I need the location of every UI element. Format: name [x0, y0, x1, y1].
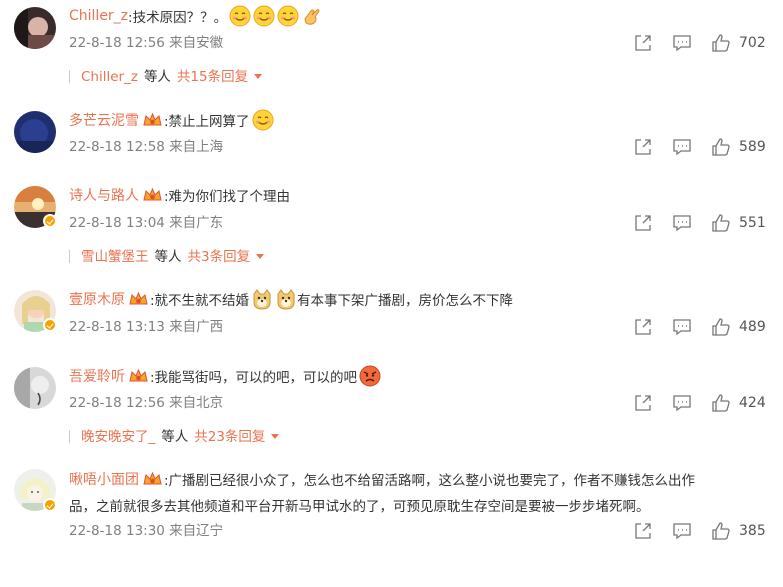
share-icon[interactable] [633, 137, 653, 157]
reply-etc-label: 等人 [161, 429, 189, 445]
thumbs-up-icon [712, 318, 730, 336]
thumbs-up-icon [712, 138, 730, 156]
username-link[interactable]: 诗人与路人 [69, 185, 139, 205]
angry-emoji-icon [359, 365, 381, 387]
username-link[interactable]: 吾爱聆听 [69, 366, 125, 386]
verified-badge-icon [43, 318, 57, 332]
like-count: 702 [739, 35, 766, 51]
share-icon[interactable] [633, 393, 653, 413]
comment-text: :广播剧已经很小众了，怎么也不给留活路啊，这么整小说也要完了，作者不赚钱怎么出作 [164, 473, 696, 489]
comment-meta-time: 22-8-18 13:13 来自广西 [69, 319, 224, 335]
comment-text: :禁止上网算了 [164, 114, 250, 130]
comment-text: :技术原因？？。 [128, 10, 228, 26]
like-button[interactable]: 489 [711, 316, 766, 338]
clap-hand-icon [301, 5, 323, 27]
username-link[interactable]: 壹原木原 [69, 289, 125, 309]
comment-meta-time: 22-8-18 13:04 来自广东 [69, 215, 224, 231]
reply-count-link[interactable]: 共15条回复 [177, 69, 248, 85]
reply-summary[interactable]: 晚安晚安了_ 等人 共23条回复 [69, 426, 280, 448]
comment-reply-icon[interactable] [672, 317, 692, 337]
reply-username[interactable]: Chiller_z [81, 69, 138, 85]
reply-username[interactable]: 雪山蟹堡王 [81, 249, 149, 265]
like-button[interactable]: 702 [711, 32, 766, 54]
chevron-down-icon [271, 434, 280, 439]
share-icon[interactable] [633, 33, 653, 53]
verified-badge-icon [43, 214, 57, 228]
comment-text: :难为你们找了个理由 [164, 189, 291, 205]
comment-text: :我能骂街吗，可以的吧，可以的吧 [150, 370, 358, 386]
like-count: 489 [739, 319, 766, 335]
share-icon[interactable] [633, 521, 653, 541]
comment-text-continued: 有本事下架广播剧，房价怎么不下降 [297, 293, 514, 309]
vip-crown-icon [129, 368, 148, 384]
smile-emoji-icon [253, 5, 275, 27]
like-count: 424 [739, 395, 766, 411]
like-button[interactable]: 551 [711, 212, 766, 234]
thumbs-up-icon [712, 214, 730, 232]
comment-reply-icon[interactable] [672, 33, 692, 53]
username-link[interactable]: 多芒云泥雪 [69, 110, 139, 130]
comment-meta-time: 22-8-18 12:56 来自安徽 [69, 35, 224, 51]
user-avatar[interactable] [14, 7, 56, 49]
like-count: 589 [739, 139, 766, 155]
username-link[interactable]: 啾唔小面团 [69, 469, 139, 489]
comment-reply-icon[interactable] [672, 521, 692, 541]
vip-crown-icon [143, 471, 162, 487]
username-link[interactable]: Chiller_z [69, 8, 128, 24]
comment-reply-icon[interactable] [672, 137, 692, 157]
comment-reply-icon[interactable] [672, 213, 692, 233]
reply-etc-label: 等人 [154, 249, 182, 265]
comment-reply-icon[interactable] [672, 393, 692, 413]
reply-etc-label: 等人 [143, 69, 171, 85]
vip-crown-icon [143, 112, 162, 128]
chevron-down-icon [256, 254, 265, 259]
share-icon[interactable] [633, 317, 653, 337]
thumbs-up-icon [712, 394, 730, 412]
reply-summary[interactable]: 雪山蟹堡王 等人 共3条回复 [69, 246, 265, 268]
smile-emoji-icon [277, 5, 299, 27]
thumbs-up-icon [712, 522, 730, 540]
doge-emoji-icon [251, 288, 273, 310]
smile-emoji-icon [252, 109, 274, 131]
reply-summary[interactable]: Chiller_z 等人 共15条回复 [69, 66, 263, 88]
like-button[interactable]: 589 [711, 136, 766, 158]
vip-crown-icon [129, 291, 148, 307]
chevron-down-icon [254, 74, 263, 79]
like-count: 551 [739, 215, 766, 231]
vip-crown-icon [143, 187, 162, 203]
like-button[interactable]: 385 [711, 520, 766, 542]
user-avatar[interactable] [14, 367, 56, 409]
thumbs-up-icon [712, 34, 730, 52]
doge-emoji-icon [275, 288, 297, 310]
verified-badge-icon [43, 498, 57, 512]
comment-meta-time: 22-8-18 12:58 来自上海 [69, 139, 224, 155]
reply-count-link[interactable]: 共23条回复 [194, 429, 265, 445]
comment-meta-time: 22-8-18 13:30 来自辽宁 [69, 523, 224, 539]
comment-text-continued: 品，之前就很多去其他频道和平台开新马甲试水的了，可预见原耽生存空间是要被一步步堵… [69, 499, 650, 515]
user-avatar[interactable] [14, 111, 56, 153]
reply-count-link[interactable]: 共3条回复 [188, 249, 251, 265]
like-count: 385 [739, 523, 766, 539]
share-icon[interactable] [633, 213, 653, 233]
comment-meta-time: 22-8-18 12:56 来自北京 [69, 395, 224, 411]
reply-username[interactable]: 晚安晚安了_ [81, 429, 155, 445]
like-button[interactable]: 424 [711, 392, 766, 414]
comment-text: :就不生就不结婚 [150, 293, 250, 309]
smile-emoji-icon [229, 5, 251, 27]
